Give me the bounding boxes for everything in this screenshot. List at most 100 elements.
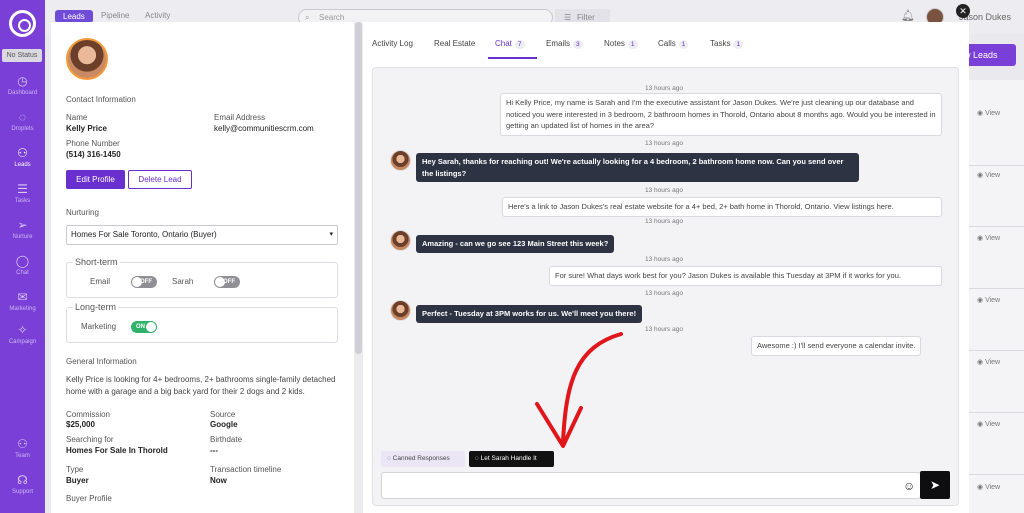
nurturing-select[interactable]: Homes For Sale Toronto, Ontario (Buyer) ▾ [66, 225, 338, 245]
tab-real-estate[interactable]: Real Estate [434, 39, 475, 48]
scrollbar-thumb[interactable] [355, 22, 362, 354]
nav-nurture[interactable]: ➢ Nurture [0, 218, 45, 240]
nav-dashboard[interactable]: ◷ Dashboard [0, 74, 45, 96]
chevron-down-icon: ▾ [329, 231, 333, 238]
chat-icon: ◯ [15, 254, 30, 268]
message-timestamp: 13 hours ago [645, 256, 683, 263]
row-divider [968, 412, 1024, 413]
view-link[interactable]: ◉ View [977, 234, 1000, 242]
nav-campaign[interactable]: ✧ Campaign [0, 323, 45, 345]
row-divider [968, 288, 1024, 289]
nav-tasks[interactable]: ☰ Tasks [0, 182, 45, 204]
nav-chat[interactable]: ◯ Chat [0, 254, 45, 276]
sarah-toggle[interactable]: OFF [214, 276, 240, 288]
edit-profile-button[interactable]: Edit Profile [66, 170, 125, 189]
marketing-toggle[interactable]: ON [131, 321, 157, 333]
phone-label: Phone Number [66, 139, 120, 148]
send-icon: ➤ [929, 478, 941, 492]
contact-section-title: Contact Information [66, 95, 136, 104]
nav-droplets[interactable]: ◌ Droplets [0, 110, 45, 132]
searching-label: Searching for [66, 435, 114, 444]
contact-email[interactable]: kelly@communitiescrm.com [214, 124, 314, 133]
message-timestamp: 13 hours ago [645, 187, 683, 194]
eye-icon: ◉ [977, 110, 986, 117]
incoming-message: Perfect - Tuesday at 3PM works for us. W… [416, 305, 643, 323]
droplet-icon: ◌ [18, 110, 27, 124]
nav-team[interactable]: ⚇ Team [0, 437, 45, 459]
active-tab-indicator [488, 57, 537, 59]
eye-icon: ◉ [977, 297, 986, 304]
nav-support[interactable]: ☊ Support [0, 473, 45, 495]
nurture-icon: ➢ [17, 218, 28, 232]
lead-avatar [390, 300, 411, 321]
nav-leads[interactable]: ⚇ Leads [0, 146, 45, 168]
view-link[interactable]: ◉ View [977, 171, 1000, 179]
eye-icon: ◉ [977, 484, 986, 491]
email-label: Email Address [214, 113, 266, 122]
leads-icon: ⚇ [17, 146, 28, 160]
emoji-icon[interactable]: ☺ [903, 479, 915, 493]
tab-activity-log[interactable]: Activity Log [372, 39, 413, 48]
nav-marketing[interactable]: ✉ Marketing [0, 290, 45, 312]
outgoing-message: Awesome :) I'll send everyone a calendar… [751, 336, 922, 356]
view-link[interactable]: ◉ View [977, 358, 1000, 366]
panel-scrollbar[interactable] [354, 22, 363, 513]
row-divider [968, 350, 1024, 351]
outgoing-message: Here's a link to Jason Dukes's real esta… [502, 197, 942, 217]
row-divider [968, 474, 1024, 475]
message-timestamp: 13 hours ago [645, 290, 683, 297]
delete-lead-button[interactable]: Delete Lead [128, 170, 192, 189]
eye-icon: ◉ [977, 421, 986, 428]
campaign-icon: ✧ [17, 323, 28, 337]
nurturing-title: Nurturing [66, 208, 99, 217]
tab-calls[interactable]: Calls 1 [658, 39, 689, 49]
eye-icon: ◉ [977, 359, 986, 366]
bell-icon[interactable]: 🔔︎ [901, 9, 915, 22]
tab-notes[interactable]: Notes 1 [604, 39, 638, 49]
left-nav: No Status ◷ Dashboard ◌ Droplets ⚇ Leads ☰ T… [0, 0, 45, 513]
email-toggle[interactable]: OFF [131, 276, 157, 288]
view-link[interactable]: ◉ View [977, 296, 1000, 304]
send-button[interactable]: ➤ [920, 471, 950, 499]
name-label: Name [66, 113, 88, 122]
tab-count: 1 [733, 40, 744, 49]
long-term-label: Long-term [73, 302, 119, 312]
tab-activity[interactable]: Activity [145, 11, 170, 20]
arrow-head [535, 402, 583, 448]
general-info-title: General Information [66, 357, 137, 366]
incoming-message: Amazing - can we go see 123 Main Street … [416, 235, 615, 253]
close-icon[interactable]: ✕ [956, 4, 970, 18]
tab-count: 3 [573, 40, 583, 49]
view-link[interactable]: ◉ View [977, 109, 1000, 117]
tab-count: 1 [678, 40, 689, 49]
contact-phone[interactable]: (514) 316-1450 [66, 150, 121, 159]
status-badge[interactable]: No Status [2, 49, 42, 62]
type-value: Buyer [66, 476, 89, 485]
tab-chat[interactable]: Chat 7 [495, 39, 525, 49]
tab-tasks[interactable]: Tasks 1 [710, 39, 744, 49]
canned-responses-button[interactable]: ◌ Canned Responses [381, 451, 465, 467]
view-link[interactable]: ◉ View [977, 420, 1000, 428]
tab-emails[interactable]: Emails 3 [546, 39, 583, 49]
lead-avatar [390, 150, 411, 171]
outgoing-message: For sure! What days work best for you? J… [549, 266, 942, 286]
timeline-label: Transaction timeline [210, 465, 282, 474]
marketing-toggle-label: Marketing [81, 322, 117, 331]
type-label: Type [66, 465, 84, 474]
source-value: Google [210, 420, 238, 429]
tab-count: 1 [627, 40, 638, 49]
annotation-arrow [535, 332, 623, 448]
message-timestamp: 13 hours ago [645, 218, 683, 225]
view-link[interactable]: ◉ View [977, 483, 1000, 491]
contact-panel: Contact Information Name Kelly Price Ema… [51, 22, 356, 513]
tab-pipeline[interactable]: Pipeline [101, 11, 129, 20]
source-label: Source [210, 410, 236, 419]
contact-name: Kelly Price [66, 124, 107, 133]
commission-value: $25,000 [66, 420, 95, 429]
app-logo[interactable] [9, 10, 36, 37]
row-divider [968, 165, 1024, 166]
message-input[interactable] [381, 472, 921, 499]
row-divider [968, 226, 1024, 227]
birthdate-value: --- [210, 446, 218, 455]
tasks-icon: ☰ [17, 182, 28, 196]
